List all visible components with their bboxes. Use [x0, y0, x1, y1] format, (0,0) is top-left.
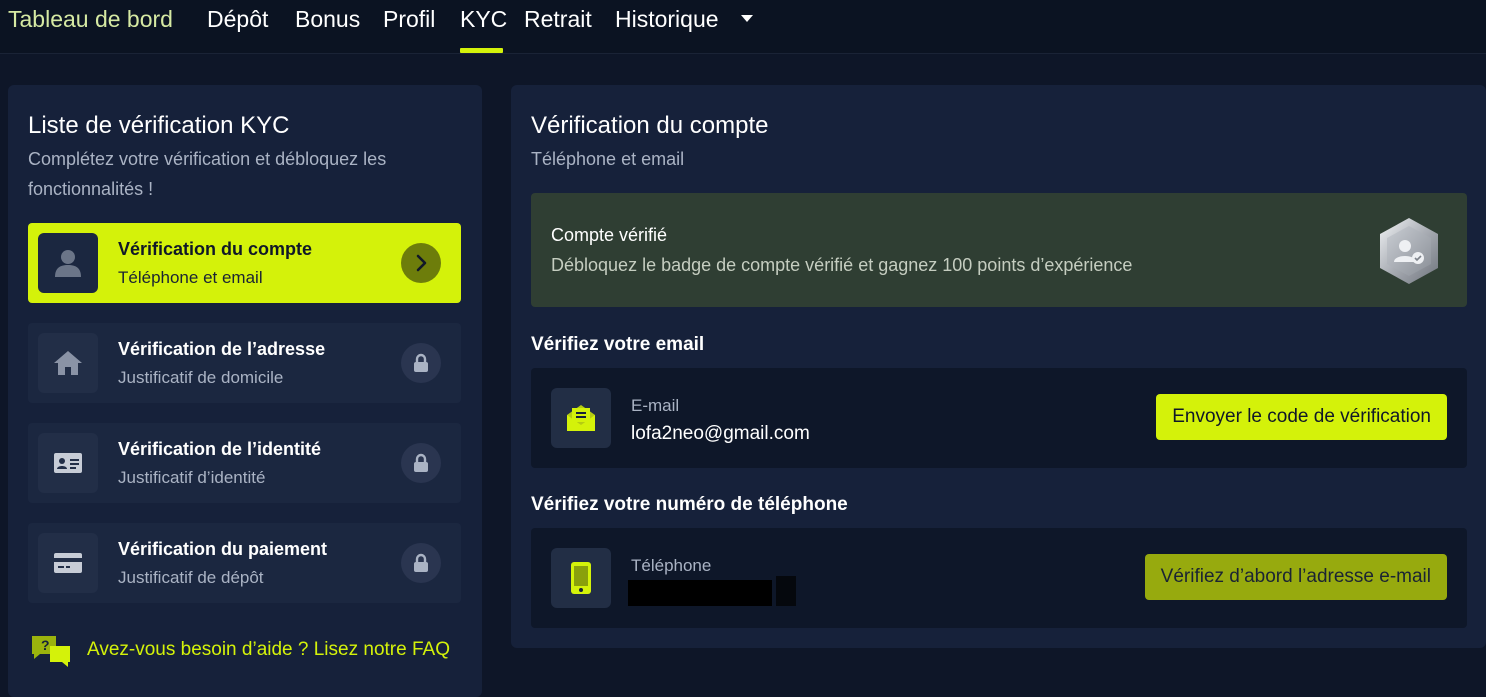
account-verification-panel: Vérification du compte Téléphone et emai…: [511, 85, 1486, 648]
nav-profile[interactable]: Profil: [383, 6, 435, 36]
redacted-phone-number: [628, 580, 772, 606]
kyc-item-account[interactable]: Vérification du compte Téléphone et emai…: [28, 223, 461, 303]
send-verification-code-button[interactable]: Envoyer le code de vérification: [1156, 394, 1447, 440]
nav-dashboard[interactable]: Tableau de bord: [8, 6, 173, 36]
kyc-item-title: Vérification du paiement: [118, 539, 328, 559]
lock-icon: [401, 343, 441, 383]
lock-icon: [401, 543, 441, 583]
email-envelope-icon: [551, 388, 611, 448]
faq-help-link[interactable]: ? Avez-vous besoin d’aide ? Lisez notre …: [28, 632, 468, 668]
verified-badge-icon: [1376, 216, 1442, 286]
id-card-icon: [38, 433, 98, 493]
kyc-item-title: Vérification de l’identité: [118, 439, 322, 459]
nav-bonus[interactable]: Bonus: [295, 6, 360, 36]
email-card: E-mail lofa2neo@gmail.com Envoyer le cod…: [531, 368, 1467, 468]
home-icon: [38, 333, 98, 393]
verified-account-banner: Compte vérifié Débloquez le badge de com…: [531, 193, 1467, 307]
kyc-item-payment[interactable]: Vérification du paiement Justificatif de…: [28, 523, 461, 603]
top-navigation: Tableau de bord Dépôt Bonus Profil KYC R…: [0, 0, 1486, 54]
kyc-item-identity[interactable]: Vérification de l’identité Justificatif …: [28, 423, 461, 503]
kyc-checklist-panel: Liste de vérification KYC Complétez votr…: [8, 85, 482, 697]
kyc-item-address[interactable]: Vérification de l’adresse Justificatif d…: [28, 323, 461, 403]
chevron-down-icon[interactable]: [741, 15, 753, 22]
nav-kyc[interactable]: KYC: [460, 6, 507, 36]
kyc-item-desc: Justificatif de dépôt: [118, 568, 264, 587]
account-subtitle: Téléphone et email: [531, 149, 685, 169]
email-section-title: Vérifiez votre email: [531, 334, 705, 355]
faq-help-text: Avez-vous besoin d’aide ? Lisez notre FA…: [87, 639, 450, 660]
banner-desc: Débloquez le badge de compte vérifié et …: [551, 255, 1133, 275]
chat-help-icon: ?: [30, 634, 72, 673]
svg-text:?: ?: [41, 637, 50, 653]
checklist-title: Liste de vérification KYC: [28, 112, 290, 139]
email-value: lofa2neo@gmail.com: [631, 423, 810, 444]
kyc-item-desc: Justificatif de domicile: [118, 368, 284, 387]
user-icon: [38, 233, 98, 293]
nav-deposit[interactable]: Dépôt: [207, 6, 268, 36]
active-tab-indicator: [460, 48, 503, 53]
kyc-item-title: Vérification du compte: [118, 239, 313, 259]
email-label: E-mail: [631, 396, 680, 415]
redaction-shadow: [776, 576, 796, 606]
kyc-item-desc: Justificatif d’identité: [118, 468, 266, 487]
checklist-subtitle: Complétez votre vérification et débloque…: [28, 149, 387, 199]
phone-icon: [551, 548, 611, 608]
phone-label: Téléphone: [631, 556, 712, 575]
lock-icon: [401, 443, 441, 483]
verify-email-first-button[interactable]: Vérifiez d’abord l’adresse e-mail: [1144, 554, 1447, 600]
nav-history[interactable]: Historique: [615, 6, 719, 36]
nav-withdrawal[interactable]: Retrait: [524, 6, 592, 36]
kyc-item-title: Vérification de l’adresse: [118, 339, 326, 359]
account-title: Vérification du compte: [531, 112, 769, 139]
phone-section-title: Vérifiez votre numéro de téléphone: [531, 494, 848, 515]
phone-card: Téléphone Vérifiez d’abord l’adresse e-m…: [531, 528, 1467, 628]
kyc-item-desc: Téléphone et email: [118, 268, 263, 287]
credit-card-icon: [38, 533, 98, 593]
chevron-right-icon[interactable]: [401, 243, 441, 283]
banner-title: Compte vérifié: [551, 225, 668, 245]
